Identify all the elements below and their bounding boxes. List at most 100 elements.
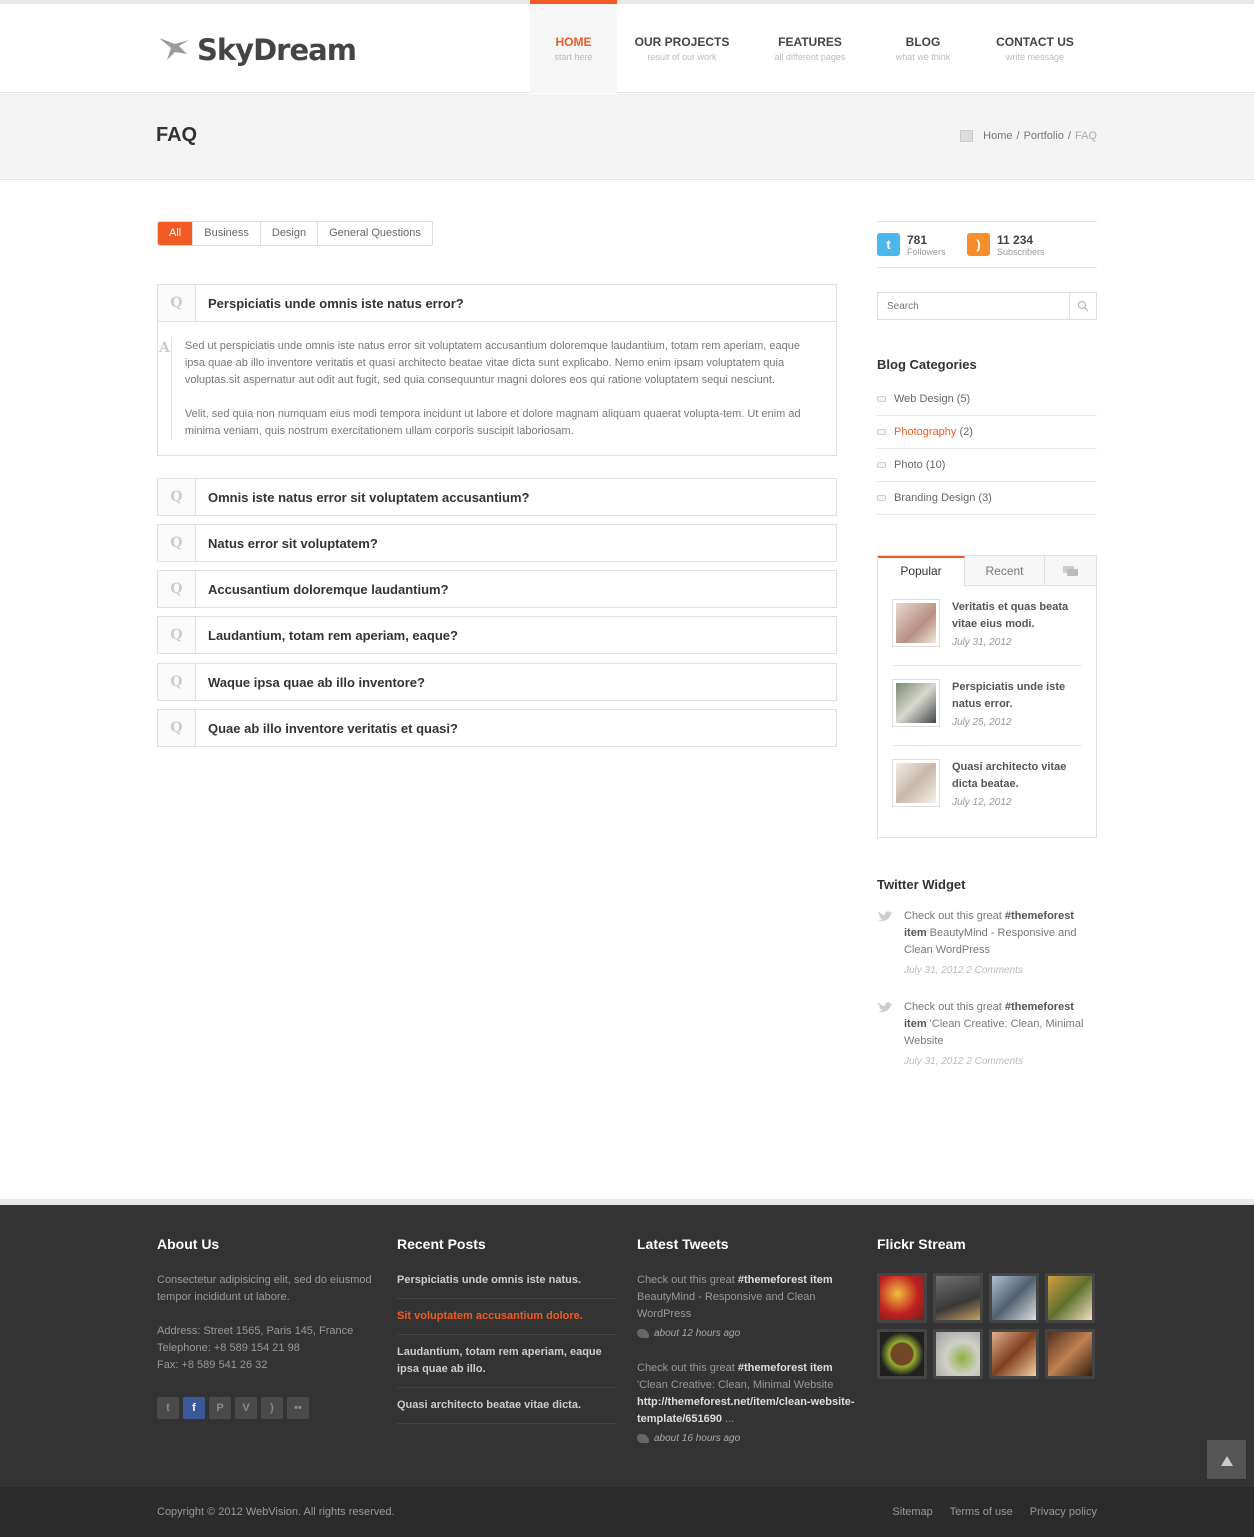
q-marker: Q bbox=[158, 664, 196, 700]
logo[interactable]: SkyDream bbox=[157, 32, 357, 68]
back-to-top-button[interactable] bbox=[1207, 1440, 1246, 1479]
popular-post[interactable]: Perspiciatis unde iste natus error. July… bbox=[892, 666, 1082, 746]
faq-question-text: Accusantium doloremque laudantium? bbox=[208, 581, 449, 597]
popular-post[interactable]: Veritatis et quas beata vitae eius modi.… bbox=[892, 586, 1082, 666]
search-input[interactable] bbox=[878, 293, 1069, 319]
post-thumbnail bbox=[892, 599, 940, 647]
flickr-photo[interactable] bbox=[933, 1329, 983, 1379]
flickr-photo[interactable] bbox=[1045, 1273, 1095, 1323]
post-thumbnail bbox=[892, 759, 940, 807]
post-date: July 12, 2012 bbox=[952, 797, 1012, 808]
site-header: SkyDream HOME start here OUR PROJECTS re… bbox=[0, 0, 1254, 93]
nav-our-projects[interactable]: OUR PROJECTS result of our work bbox=[617, 4, 747, 93]
nav-features[interactable]: FEATURES all different pages bbox=[747, 4, 873, 93]
tab-recent[interactable]: Recent bbox=[965, 556, 1045, 585]
tweet-hashtag[interactable]: #themeforest item bbox=[738, 1362, 833, 1374]
tweet-time: about 12 hours ago bbox=[654, 1328, 741, 1339]
tweet-hashtag[interactable]: #themeforest item bbox=[738, 1274, 833, 1286]
faq-item[interactable]: Q Waque ipsa quae ab illo inventore? bbox=[157, 663, 837, 701]
twitter-widget: Twitter Widget Check out this great #the… bbox=[877, 877, 1097, 1067]
footer-tweet: Check out this great #themeforest item B… bbox=[637, 1274, 833, 1339]
nav-blog[interactable]: BLOG what we think bbox=[873, 4, 973, 93]
privacy-link[interactable]: Privacy policy bbox=[1030, 1506, 1097, 1518]
tweet-text: Check out this great #themeforest item '… bbox=[904, 1001, 1084, 1047]
faq-item[interactable]: Q Omnis iste natus error sit voluptatem a… bbox=[157, 478, 837, 516]
post-date: July 31, 2012 bbox=[952, 637, 1012, 648]
tweet: Check out this great #themeforest item B… bbox=[877, 908, 1097, 976]
nav-contact-us[interactable]: CONTACT US write message bbox=[973, 4, 1097, 93]
faq-question-text: Natus error sit voluptatem? bbox=[208, 535, 378, 551]
faq-item[interactable]: Q Quae ab illo inventore veritatis et qua… bbox=[157, 709, 837, 747]
about-text: Consectetur adipisicing elit, sed do eiu… bbox=[157, 1274, 372, 1303]
category-branding-design[interactable]: Branding Design (3) bbox=[877, 482, 1097, 515]
flickr-photo[interactable] bbox=[877, 1329, 927, 1379]
q-marker: Q bbox=[158, 571, 196, 607]
pinterest-icon[interactable]: P bbox=[209, 1397, 231, 1419]
tweet-link[interactable]: http://themeforest.net/item/clean-websit… bbox=[637, 1396, 855, 1425]
filter-general-questions[interactable]: General Questions bbox=[317, 222, 432, 245]
breadcrumb-current: FAQ bbox=[1074, 130, 1097, 142]
tab-popular[interactable]: Popular bbox=[878, 556, 965, 587]
fax: Fax: +8 589 541 26 32 bbox=[157, 1359, 268, 1371]
footer-tweet: Check out this great #themeforest item '… bbox=[637, 1362, 855, 1444]
category-web-design[interactable]: Web Design (5) bbox=[877, 383, 1097, 416]
faq-question-text: Laudantium, totam rem aperiam, eaque? bbox=[208, 627, 458, 643]
filter-all[interactable]: All bbox=[158, 222, 193, 245]
category-photo[interactable]: Photo (10) bbox=[877, 449, 1097, 482]
tweet: Check out this great #themeforest item '… bbox=[877, 999, 1097, 1067]
faq-item[interactable]: Q Accusantium doloremque laudantium? bbox=[157, 570, 837, 608]
social-counters: t 781 Followers ) 11 234 Subscribers bbox=[877, 221, 1097, 268]
logo-text: SkyDream bbox=[197, 33, 357, 67]
flickr-photo[interactable] bbox=[1045, 1329, 1095, 1379]
footer-post-link[interactable]: Quasi architecto beatae vitae dicta. bbox=[397, 1388, 617, 1424]
terms-link[interactable]: Terms of use bbox=[950, 1506, 1013, 1518]
nav-home[interactable]: HOME start here bbox=[530, 0, 617, 93]
rss-icon[interactable]: ) bbox=[261, 1397, 283, 1419]
faq-question-text: Waque ipsa quae ab illo inventore? bbox=[208, 674, 425, 690]
telephone: Telephone: +8 589 154 21 98 bbox=[157, 1342, 300, 1354]
facebook-icon[interactable]: f bbox=[183, 1397, 205, 1419]
faq-item-open: Q Perspiciatis unde omnis iste natus err… bbox=[157, 284, 837, 456]
q-marker: Q bbox=[158, 525, 196, 561]
faq-answer: A Sed ut perspiciatis unde omnis iste na… bbox=[158, 321, 836, 455]
search-button[interactable] bbox=[1069, 293, 1096, 319]
a-marker: A bbox=[158, 338, 172, 440]
comments-icon bbox=[1062, 565, 1078, 576]
faq-item[interactable]: Q Natus error sit voluptatem? bbox=[157, 524, 837, 562]
breadcrumb-home[interactable]: Home bbox=[983, 130, 1012, 142]
twitter-widget-title: Twitter Widget bbox=[877, 877, 966, 892]
flickr-photo[interactable] bbox=[989, 1329, 1039, 1379]
rss-counter[interactable]: ) 11 234 Subscribers bbox=[967, 233, 1057, 257]
flickr-icon[interactable]: •• bbox=[287, 1397, 309, 1419]
flickr-photo[interactable] bbox=[989, 1273, 1039, 1323]
faq-answer-paragraph: Sed ut perspiciatis unde omnis iste natu… bbox=[184, 340, 800, 386]
footer-post-link[interactable]: Perspiciatis unde omnis iste natus. bbox=[397, 1263, 617, 1299]
tweet-time: about 16 hours ago bbox=[654, 1433, 741, 1444]
filter-design[interactable]: Design bbox=[259, 222, 317, 245]
q-marker: Q bbox=[158, 617, 196, 653]
filter-business[interactable]: Business bbox=[192, 222, 260, 245]
tab-comments[interactable] bbox=[1045, 556, 1096, 585]
faq-filters: All Business Design General Questions bbox=[157, 221, 433, 246]
footer-bottom-bar: Copyright © 2012 WebVision. All rights r… bbox=[0, 1487, 1254, 1537]
footer-post-link[interactable]: Sit voluptatem accusantium dolore. bbox=[397, 1299, 617, 1335]
faq-item[interactable]: Q Laudantium, totam rem aperiam, eaque? bbox=[157, 616, 837, 654]
faq-question[interactable]: Q Perspiciatis unde omnis iste natus err… bbox=[158, 285, 836, 321]
tweet-meta: July 31, 2012 2 Comments bbox=[904, 965, 1023, 976]
sitemap-link[interactable]: Sitemap bbox=[892, 1506, 932, 1518]
arrow-up-icon bbox=[1220, 1455, 1233, 1466]
popular-post[interactable]: Quasi architecto vitae dicta beatae. Jul… bbox=[892, 746, 1082, 826]
flickr-photo[interactable] bbox=[933, 1273, 983, 1323]
vimeo-icon[interactable]: V bbox=[235, 1397, 257, 1419]
bubble-icon bbox=[877, 462, 886, 468]
breadcrumb-portfolio[interactable]: Portfolio bbox=[1024, 130, 1064, 142]
twitter-icon[interactable]: t bbox=[157, 1397, 179, 1419]
category-photography[interactable]: Photography (2) bbox=[877, 416, 1097, 449]
flickr-photo[interactable] bbox=[877, 1273, 927, 1323]
copyright: Copyright © 2012 WebVision. All rights r… bbox=[157, 1506, 395, 1518]
footer-flickr-title: Flickr Stream bbox=[877, 1236, 966, 1252]
bird-icon bbox=[637, 1329, 649, 1338]
bubble-icon bbox=[877, 495, 886, 501]
twitter-counter[interactable]: t 781 Followers bbox=[877, 233, 967, 257]
footer-post-link[interactable]: Laudantium, totam rem aperiam, eaque ips… bbox=[397, 1335, 617, 1388]
